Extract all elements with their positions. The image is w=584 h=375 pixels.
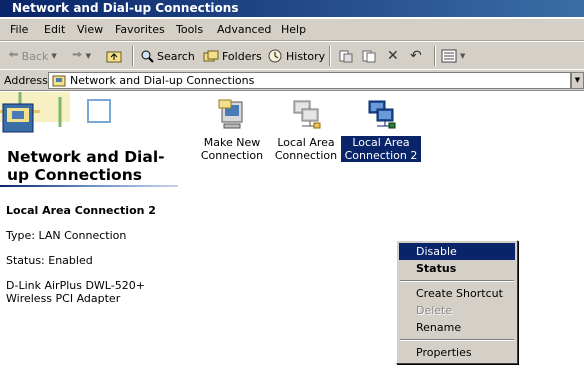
menu-separator <box>399 277 515 285</box>
menu-tools[interactable]: Tools <box>176 23 203 36</box>
device-name: D-Link AirPlus DWL-520+ Wireless PCI Ada… <box>6 279 145 305</box>
undo-icon: ↶ <box>410 48 422 64</box>
network-connection-icon <box>368 100 396 129</box>
views-icon <box>441 49 457 63</box>
item-label: Local Area Connection <box>274 136 338 162</box>
search-icon <box>141 50 154 63</box>
item-label: Local Area Connection 2 <box>341 136 421 162</box>
menu-file[interactable]: File <box>10 23 28 36</box>
views-button[interactable]: ▼ <box>441 46 465 66</box>
move-to-button[interactable] <box>338 46 354 66</box>
forward-button[interactable]: 🠪 ▼ <box>72 46 91 66</box>
menu-item-disable[interactable]: Disable <box>399 243 515 260</box>
menu-view[interactable]: View <box>77 23 103 36</box>
make-new-connection-icon <box>218 99 243 129</box>
menu-edit[interactable]: Edit <box>44 23 65 36</box>
menu-separator <box>399 336 515 344</box>
up-folder-button[interactable] <box>106 46 122 66</box>
back-label: Back <box>21 49 49 63</box>
folders-icon <box>203 50 219 62</box>
back-dropdown-icon[interactable]: ▼ <box>51 52 56 60</box>
up-folder-icon <box>106 51 122 63</box>
menu-bar: File Edit View Favorites Tools Advanced … <box>0 19 584 41</box>
undo-button[interactable]: ↶ <box>410 46 422 66</box>
address-value: Network and Dial-up Connections <box>70 74 255 87</box>
menu-item-delete: Delete <box>416 304 453 317</box>
history-icon <box>268 49 282 63</box>
history-label: History <box>286 49 326 63</box>
views-dropdown-icon[interactable]: ▼ <box>460 52 465 60</box>
local-area-connection-item[interactable]: Local Area Connection <box>266 98 346 162</box>
selected-connection-name: Local Area Connection 2 <box>6 204 156 217</box>
forward-dropdown-icon[interactable]: ▼ <box>86 52 91 60</box>
back-arrow-icon: 🠨 <box>8 48 19 63</box>
address-field[interactable]: Network and Dial-up Connections <box>48 72 571 89</box>
menu-favorites[interactable]: Favorites <box>115 23 165 36</box>
menu-item-create-shortcut[interactable]: Create Shortcut <box>399 285 515 302</box>
delete-button[interactable]: ✕ <box>387 46 399 66</box>
toolbar-separator <box>434 46 436 66</box>
copy-to-button[interactable] <box>361 46 377 66</box>
toolbar-separator <box>132 46 134 66</box>
network-connection-icon <box>293 100 321 129</box>
search-label: Search <box>157 49 195 63</box>
network-folder-icon <box>52 75 66 87</box>
folders-button[interactable]: Folders <box>203 46 262 66</box>
item-label: Make New Connection <box>200 136 264 162</box>
copy-to-icon <box>362 50 376 63</box>
webview-banner-art <box>0 92 111 133</box>
make-new-connection-item[interactable]: Make New Connection <box>192 98 272 162</box>
standard-toolbar: 🠨 Back ▼ 🠪 ▼ Search Folders History ✕ ↶ … <box>0 41 584 69</box>
menu-item-status[interactable]: Status <box>399 260 515 277</box>
address-bar: Address Network and Dial-up Connections … <box>0 69 584 91</box>
move-to-icon <box>339 50 353 63</box>
menu-item-rename[interactable]: Rename <box>399 319 515 336</box>
search-button[interactable]: Search <box>140 46 195 66</box>
menu-item-properties[interactable]: Properties <box>399 344 515 361</box>
forward-arrow-icon: 🠪 <box>72 48 83 63</box>
context-menu: Disable Status Create Shortcut Delete Re… <box>396 240 518 364</box>
webview-divider <box>0 185 178 187</box>
menu-advanced[interactable]: Advanced <box>217 23 271 36</box>
delete-x-icon: ✕ <box>387 48 399 64</box>
address-dropdown-icon[interactable]: ▼ <box>571 72 584 89</box>
address-label: Address <box>4 74 48 87</box>
menu-help[interactable]: Help <box>281 23 306 36</box>
history-button[interactable]: History <box>267 46 325 66</box>
folder-view: Network and Dial-up Connections Local Ar… <box>0 92 584 375</box>
webview-title: Network and Dial-up Connections <box>7 148 165 184</box>
connection-status: Status: Enabled <box>6 254 93 267</box>
folders-label: Folders <box>222 49 262 63</box>
local-area-connection-2-item[interactable]: Local Area Connection 2 <box>341 98 421 162</box>
window-title-bar[interactable]: Network and Dial-up Connections <box>0 0 584 17</box>
window-title: Network and Dial-up Connections <box>12 1 239 15</box>
back-button[interactable]: 🠨 Back ▼ <box>8 46 57 66</box>
toolbar-separator <box>329 46 331 66</box>
connection-type: Type: LAN Connection <box>6 229 127 242</box>
